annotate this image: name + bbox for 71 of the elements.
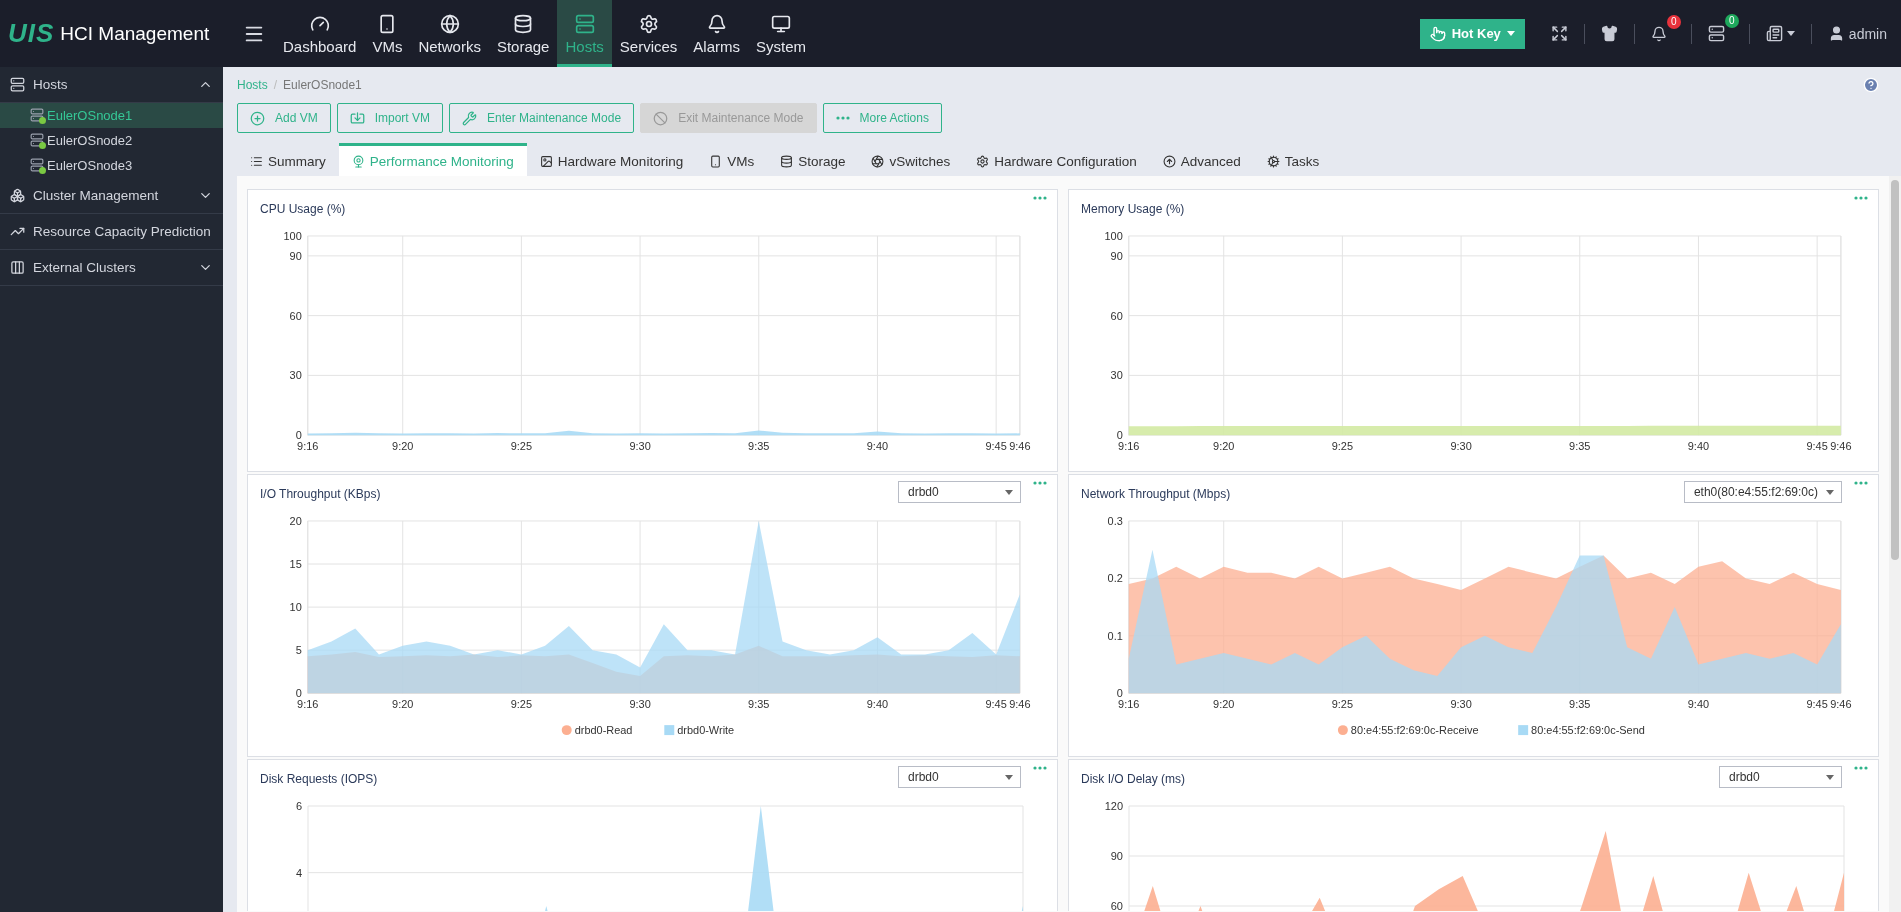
- chart-title: I/O Throughput (KBps): [260, 487, 381, 501]
- legend-label: 80:e4:55:f2:69:0c-Receive: [1350, 724, 1479, 737]
- axis-label: 9:40: [866, 698, 889, 711]
- axis-label: 9:35: [1569, 698, 1591, 711]
- axis-label: 9:35: [748, 440, 770, 453]
- axis-label: 9:30: [1450, 440, 1472, 453]
- axis-label: 9:46: [1009, 698, 1031, 711]
- axis-label: 60: [1110, 900, 1123, 911]
- axis-label: 90: [1110, 249, 1123, 262]
- axis-label: 100: [1104, 229, 1123, 242]
- axis-label: 9:35: [1569, 440, 1591, 453]
- chart-title: Disk Requests (IOPS): [260, 772, 378, 786]
- axis-label: 20: [289, 514, 302, 527]
- axis-label: 9:45: [1806, 698, 1828, 711]
- axis-label: 60: [289, 309, 302, 322]
- axis-label: 9:16: [297, 698, 319, 711]
- axis-label: 9:46: [1009, 440, 1031, 453]
- axis-label: 0: [295, 687, 302, 700]
- axis-label: 9:25: [510, 440, 533, 453]
- legend-label: 80:e4:55:f2:69:0c-Send: [1531, 724, 1645, 737]
- axis-label: 90: [1110, 850, 1123, 862]
- axis-label: 6: [295, 800, 302, 812]
- axis-label: 9:45: [985, 698, 1007, 711]
- axis-label: 9:25: [1331, 698, 1354, 711]
- logo: UIS: [8, 18, 55, 49]
- axis-label: 90: [289, 249, 302, 262]
- axis-label: 9:20: [392, 440, 414, 453]
- axis-label: 9:40: [866, 440, 889, 453]
- axis-label: 15: [289, 558, 302, 570]
- alarm-count: 0: [1666, 14, 1681, 29]
- axis-label: 9:40: [1687, 698, 1710, 711]
- axis-label: 30: [289, 369, 302, 382]
- chart-title: CPU Usage (%): [260, 202, 346, 216]
- axis-label: 9:46: [1830, 698, 1852, 711]
- axis-label: 9:40: [1687, 440, 1710, 453]
- app-title: HCI Management: [60, 22, 210, 45]
- legend-label: drbd0-Read: [574, 724, 633, 737]
- axis-label: 0.3: [1107, 514, 1123, 527]
- axis-label: 100: [283, 229, 302, 242]
- axis-label: 4: [295, 866, 302, 879]
- axis-label: 30: [1110, 369, 1123, 382]
- legend-label: drbd0-Write: [677, 724, 735, 737]
- chart-title: Network Throughput (Mbps): [1081, 487, 1231, 501]
- axis-label: 10: [289, 601, 302, 614]
- breadcrumb-separator: /: [273, 78, 278, 92]
- axis-label: 9:16: [297, 440, 319, 453]
- axis-label: 0.2: [1107, 572, 1123, 585]
- axis-label: 9:25: [510, 698, 533, 711]
- axis-label: 0.1: [1107, 629, 1123, 642]
- axis-label: 9:35: [748, 698, 770, 711]
- axis-label: 60: [1110, 309, 1123, 322]
- axis-label: 9:46: [1830, 440, 1852, 453]
- axis-label: 9:16: [1118, 698, 1140, 711]
- axis-label: 0: [1116, 687, 1123, 700]
- axis-label: 5: [295, 644, 302, 657]
- axis-label: 120: [1104, 800, 1123, 812]
- axis-label: 9:25: [1331, 440, 1354, 453]
- axis-label: 9:30: [629, 440, 651, 453]
- axis-label: 9:30: [629, 698, 651, 711]
- axis-label: 0: [1116, 429, 1123, 442]
- axis-label: 9:45: [1806, 440, 1828, 453]
- axis-label: 9:45: [985, 440, 1007, 453]
- axis-label: 9:30: [1450, 698, 1472, 711]
- chart-title: Memory Usage (%): [1081, 202, 1185, 216]
- axis-label: 9:20: [1213, 698, 1235, 711]
- axis-label: 9:20: [1213, 440, 1235, 453]
- axis-label: 9:16: [1118, 440, 1140, 453]
- axis-label: 9:20: [392, 698, 414, 711]
- axis-label: 0: [295, 429, 302, 442]
- task-count: 0: [1724, 14, 1739, 28]
- chart-title: Disk I/O Delay (ms): [1081, 772, 1185, 786]
